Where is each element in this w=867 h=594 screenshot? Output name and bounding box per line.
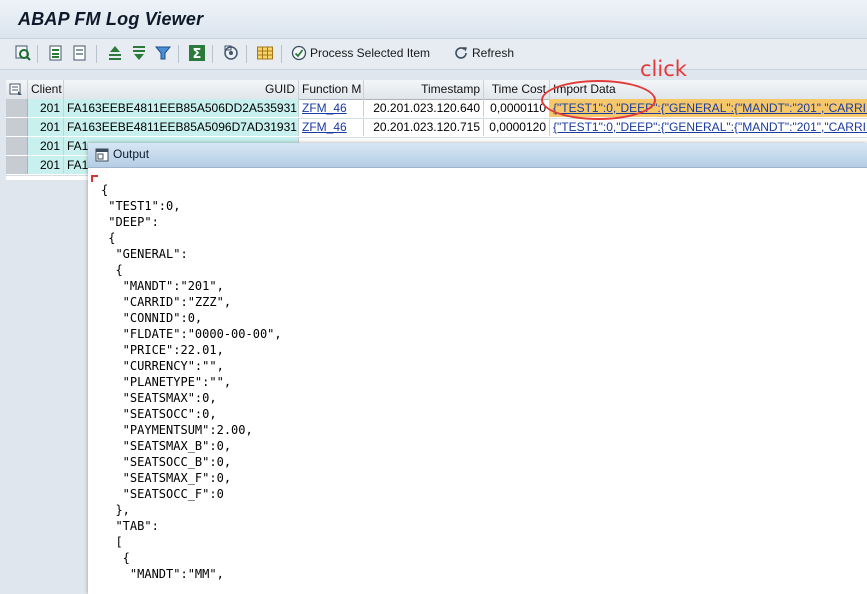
json-line: "PRICE":22.01, [101,343,224,357]
import-data-link[interactable]: {"TEST1":0,"DEEP":{"GENERAL":{"MANDT":"2… [553,101,867,115]
process-selected-item-button[interactable]: Process Selected Item [291,43,430,63]
cursor-mark [91,175,98,182]
click-annotation-label: click [640,57,687,81]
cell-client: 201 [28,99,64,117]
json-line: [ [101,535,123,549]
layout-settings-cell[interactable] [6,80,28,99]
cell-function-module[interactable]: ZFM_46 [299,118,364,136]
json-line: "TAB": [101,519,159,533]
json-line: "GENERAL": [101,247,188,261]
json-line: { [101,231,116,245]
row-selector[interactable] [6,156,28,174]
toolbar: Σ Process Selected Item Refresh [0,38,867,70]
json-line: "SEATSMAX_F":0, [101,471,232,485]
select-all-button[interactable] [48,43,64,63]
cell-timestamp: 20.201.023.120.715 [364,118,484,136]
cell-function-module[interactable]: ZFM_46 [299,99,364,117]
row-selector[interactable] [6,137,28,155]
sort-descending-button[interactable] [130,43,148,63]
json-line: { [101,263,123,277]
json-line: "PLANETYPE":"", [101,375,232,389]
cell-timestamp: 20.201.023.120.640 [364,99,484,117]
json-output-area[interactable]: { "TEST1":0, "DEEP": { "GENERAL": { "MAN… [88,168,867,594]
sum-icon: Σ [189,45,205,62]
cell-client: 201 [28,156,64,174]
row-selector[interactable] [6,99,28,117]
svg-text:Σ: Σ [193,47,202,62]
json-line: "SEATSOCC_B":0, [101,455,232,469]
refresh-icon [455,47,467,59]
json-line: "SEATSMAX_B":0, [101,439,232,453]
cell-client: 201 [28,137,64,155]
execute-icon [291,45,307,61]
json-line: "SEATSOCC":0, [101,407,217,421]
select-all-icon [49,45,62,61]
table-settings-icon [9,83,22,95]
json-line: "PAYMENTSUM":2.00, [101,423,253,437]
refresh-label: Refresh [472,46,515,60]
table-row[interactable]: 201 FA163EEBE4811EEB85A506DD2A535931 ZFM… [6,99,867,119]
table-layout-icon [257,46,273,60]
deselect-all-button[interactable] [72,43,88,63]
json-line: "CARRID":"ZZZ", [101,295,232,309]
json-line: "FLDATE":"0000-00-00", [101,327,282,341]
refresh-button[interactable]: Refresh [453,43,514,63]
process-selected-item-label: Process Selected Item [310,46,431,60]
column-header-timestamp[interactable]: Timestamp [364,80,484,99]
table-header: Client GUID Function M Timestamp Time Co… [6,80,867,100]
import-data-link[interactable]: {"TEST1":0,"DEEP":{"GENERAL":{"MANDT":"2… [553,120,867,134]
cell-time-cost: 0,0000120 [484,118,550,136]
cell-guid: FA163EEBE4811EEB85A506DD2A535931 [64,99,299,117]
window-icon [95,148,109,162]
column-header-import-data[interactable]: Import Data [550,80,867,99]
function-module-link[interactable]: ZFM_46 [302,101,347,115]
column-header-time-cost[interactable]: Time Cost [484,80,550,99]
cell-import-data[interactable]: {"TEST1":0,"DEEP":{"GENERAL":{"MANDT":"2… [550,99,867,117]
json-line: { [101,551,130,565]
cell-time-cost: 0,0000110 [484,99,550,117]
json-line: "TEST1":0, [101,199,181,213]
sort-ascending-button[interactable] [106,43,124,63]
title-bar: ABAP FM Log Viewer [0,0,867,38]
deselect-all-icon [73,45,86,61]
filter-button[interactable] [154,43,172,63]
sort-ascending-icon [109,46,121,60]
json-line: "DEEP": [101,215,159,229]
json-line: "CONNID":0, [101,311,203,325]
json-line: "SEATSOCC_F":0 [101,487,224,501]
print-preview-button[interactable] [222,43,240,63]
sort-descending-icon [133,46,145,60]
output-dialog-titlebar[interactable]: Output [88,143,867,168]
total-button[interactable]: Σ [188,43,206,63]
column-header-client[interactable]: Client [28,80,64,99]
print-preview-icon [224,45,238,60]
output-dialog: Output { "TEST1":0, "DEEP": { "GENERAL":… [88,143,867,594]
row-selector[interactable] [6,118,28,136]
function-module-link[interactable]: ZFM_46 [302,120,347,134]
json-line: "SEATSMAX":0, [101,391,217,405]
json-line: "MANDT":"MM", [101,567,224,581]
window-title: ABAP FM Log Viewer [18,9,204,29]
details-button[interactable] [14,43,32,63]
layout-button[interactable] [256,43,274,63]
cell-import-data[interactable]: {"TEST1":0,"DEEP":{"GENERAL":{"MANDT":"2… [550,118,867,136]
column-header-guid[interactable]: GUID [64,80,299,99]
json-line: "CURRENCY":"", [101,359,224,373]
cell-guid: FA163EEBE4811EEB85A5096D7AD31931 [64,118,299,136]
magnifier-detail-icon [15,45,31,61]
column-header-function-module[interactable]: Function M [299,80,364,99]
json-line: "MANDT":"201", [101,279,224,293]
json-line: { [101,183,109,197]
filter-icon [154,46,172,60]
json-line: }, [101,503,130,517]
table-row[interactable]: 201 FA163EEBE4811EEB85A5096D7AD31931 ZFM… [6,118,867,138]
output-dialog-title: Output [113,147,150,161]
cell-client: 201 [28,118,64,136]
